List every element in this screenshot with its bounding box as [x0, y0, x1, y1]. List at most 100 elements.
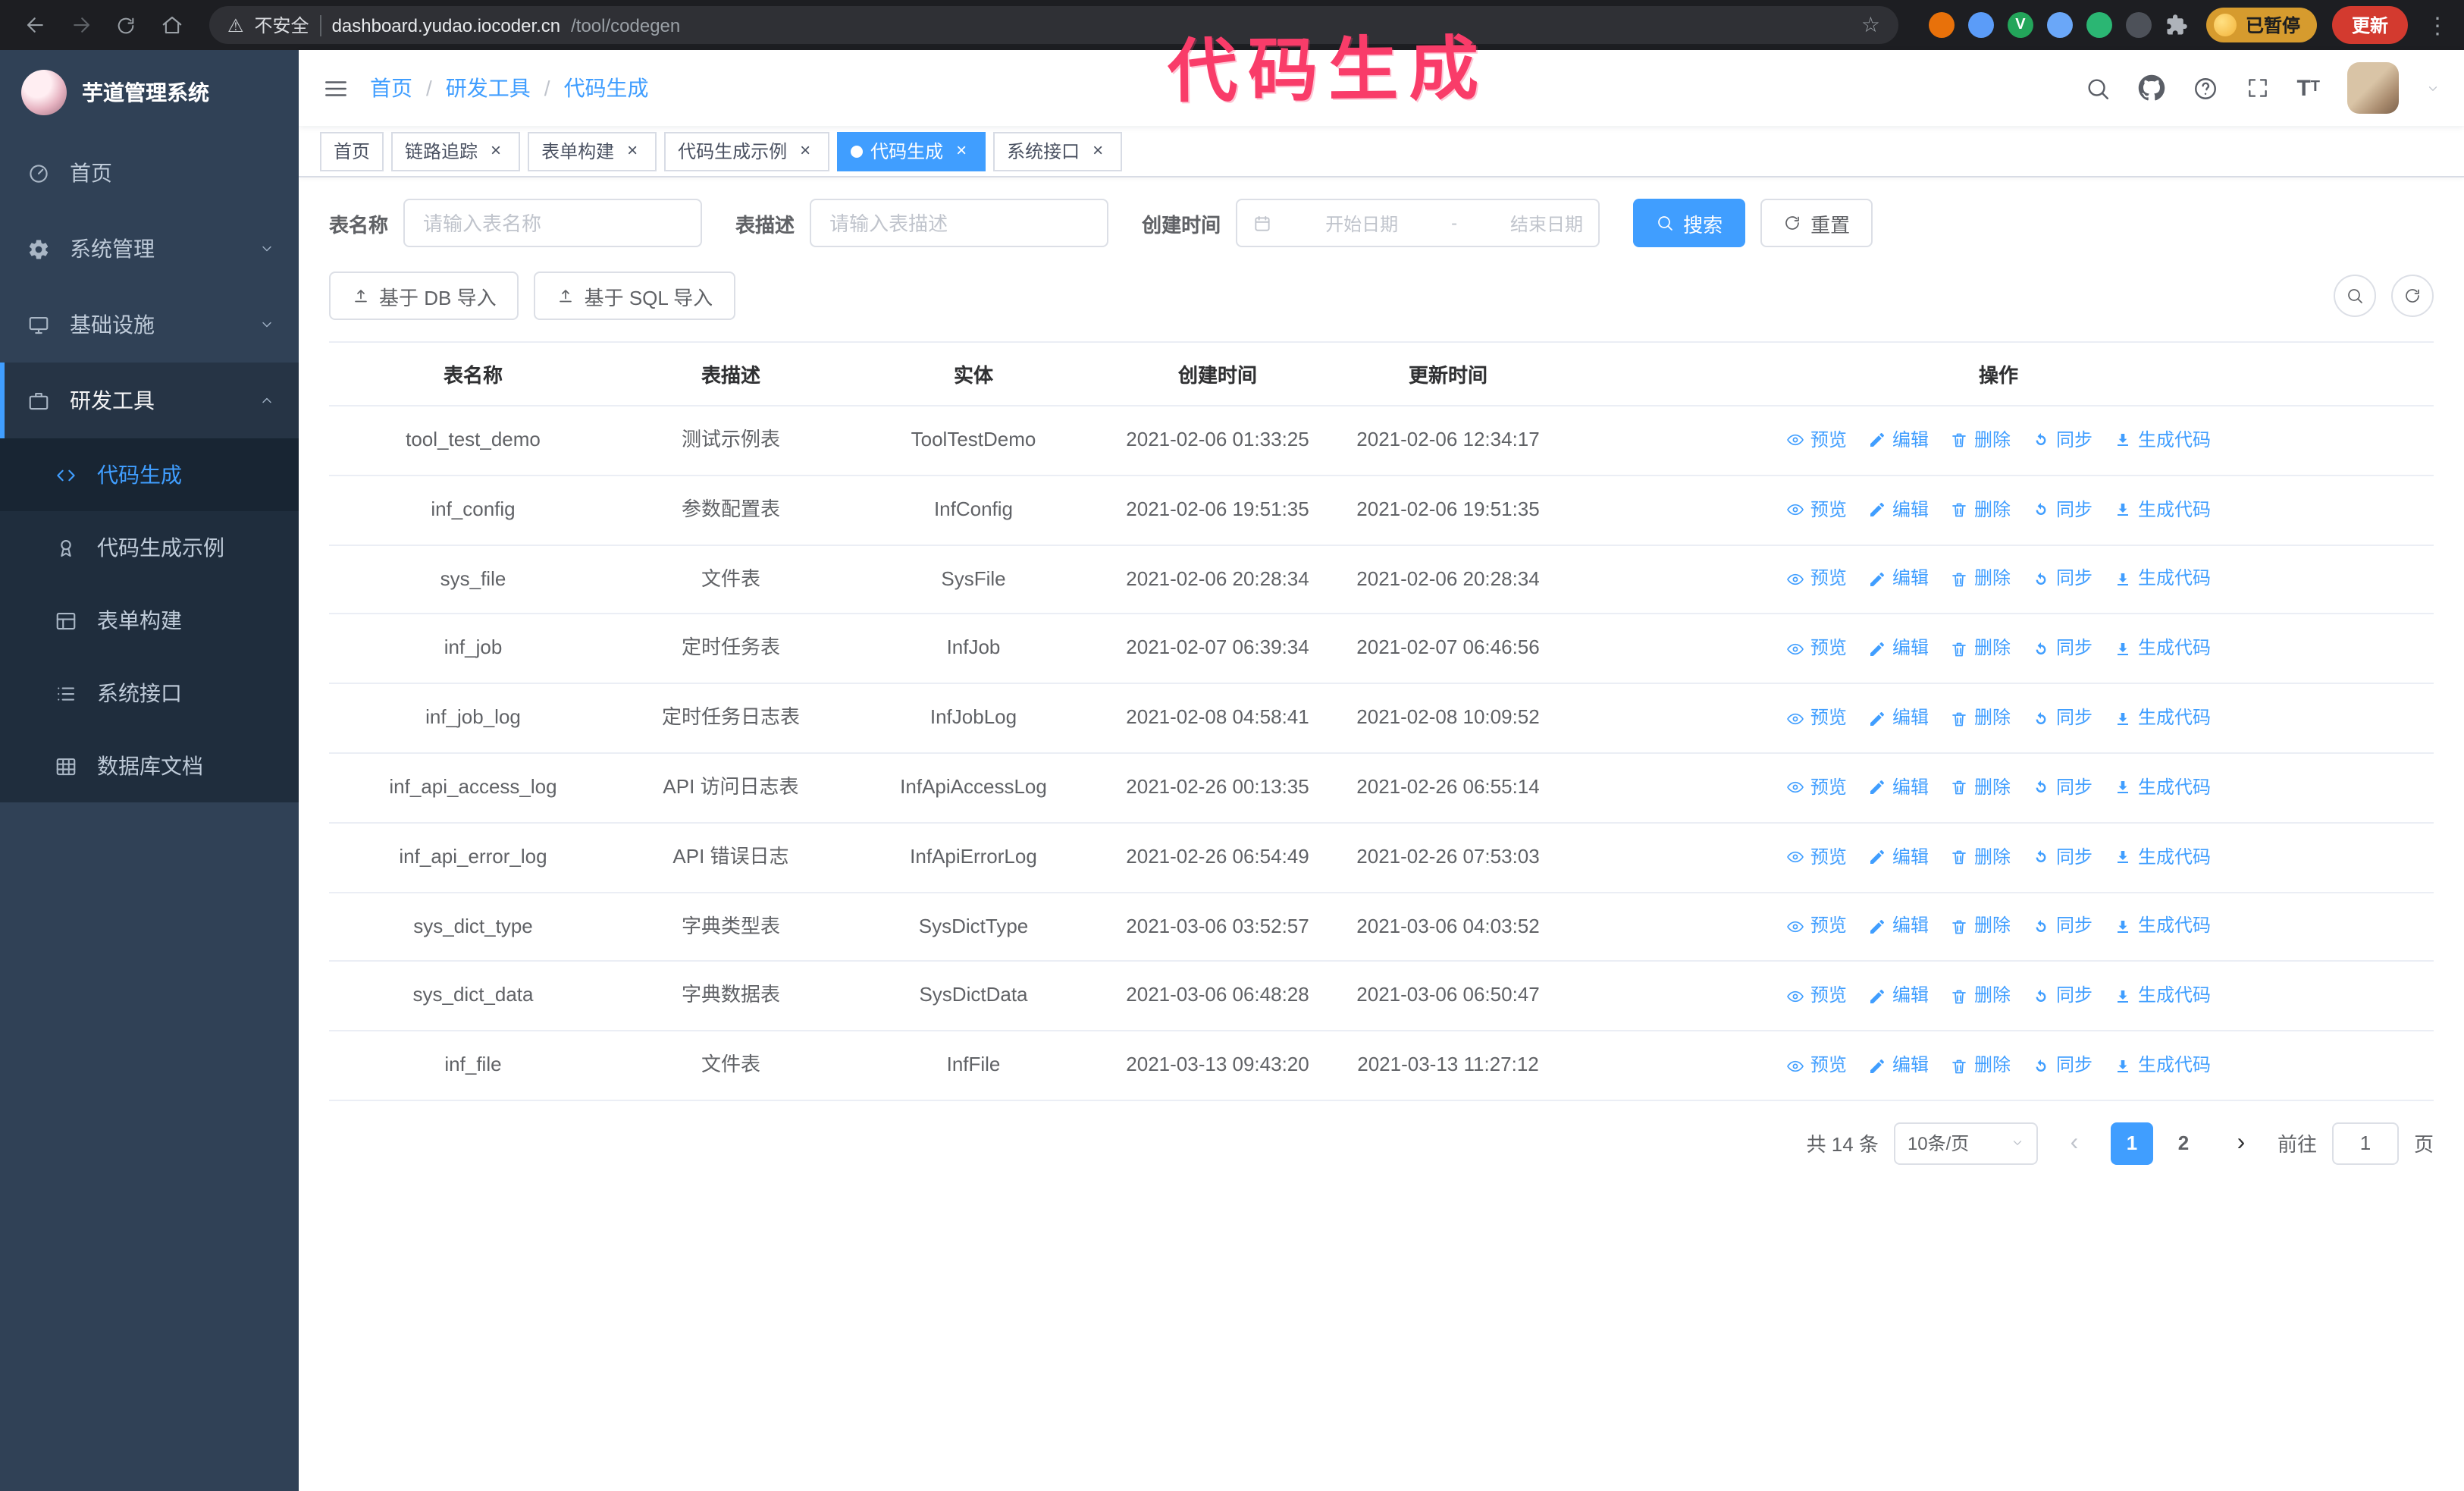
edit-link[interactable]: 编辑 — [1868, 565, 1929, 594]
sync-link[interactable]: 同步 — [2032, 912, 2093, 941]
kebab-menu-icon[interactable]: ⋮ — [2426, 11, 2449, 39]
bookmark-star-icon[interactable]: ☆ — [1861, 12, 1880, 38]
delete-link[interactable]: 删除 — [1950, 981, 2011, 1010]
breadcrumb-item[interactable]: 首页 — [370, 73, 412, 103]
date-range-picker[interactable]: 开始日期 - 结束日期 — [1236, 199, 1600, 247]
extension-icon[interactable] — [1967, 12, 1994, 38]
sidebar-subitem-codegen-example[interactable]: 代码生成示例 — [0, 511, 299, 584]
font-size-icon[interactable]: TT — [2296, 77, 2320, 99]
table-name-input[interactable] — [403, 199, 703, 247]
extension-icon[interactable]: V — [2007, 12, 2033, 38]
delete-link[interactable]: 删除 — [1950, 774, 2011, 802]
tab-codegen-example[interactable]: 代码生成示例 × — [664, 131, 830, 171]
sync-link[interactable]: 同步 — [2032, 1051, 2093, 1080]
address-bar[interactable]: ⚠ 不安全 dashboard.yudao.iocoder.cn /tool/c… — [209, 6, 1898, 44]
page-size-select[interactable]: 10条/页 — [1893, 1122, 2038, 1165]
generate-code-link[interactable]: 生成代码 — [2114, 495, 2211, 524]
preview-link[interactable]: 预览 — [1786, 981, 1847, 1010]
github-icon[interactable] — [2137, 74, 2165, 102]
delete-link[interactable]: 删除 — [1950, 1051, 2011, 1080]
preview-link[interactable]: 预览 — [1786, 774, 1847, 802]
fullscreen-icon[interactable] — [2245, 76, 2269, 100]
delete-link[interactable]: 删除 — [1950, 704, 2011, 733]
delete-link[interactable]: 删除 — [1950, 843, 2011, 871]
edit-link[interactable]: 编辑 — [1868, 634, 1929, 663]
extension-icon[interactable] — [2125, 12, 2152, 38]
sidebar-item-system[interactable]: 系统管理 — [0, 211, 299, 287]
preview-link[interactable]: 预览 — [1786, 495, 1847, 524]
delete-link[interactable]: 删除 — [1950, 912, 2011, 941]
help-icon[interactable] — [2192, 75, 2218, 101]
toggle-search-button[interactable] — [2334, 275, 2376, 317]
app-logo[interactable]: 芋道管理系统 — [0, 50, 299, 135]
edit-link[interactable]: 编辑 — [1868, 843, 1929, 871]
delete-link[interactable]: 删除 — [1950, 565, 2011, 594]
generate-code-link[interactable]: 生成代码 — [2114, 565, 2211, 594]
edit-link[interactable]: 编辑 — [1868, 1051, 1929, 1080]
profile-paused-badge[interactable]: 已暂停 — [2205, 8, 2317, 42]
forward-icon[interactable] — [61, 5, 100, 45]
tab-tracer[interactable]: 链路追踪 × — [391, 131, 521, 171]
sidebar-subitem-form-build[interactable]: 表单构建 — [0, 584, 299, 657]
tab-api[interactable]: 系统接口 × — [993, 131, 1123, 171]
sync-link[interactable]: 同步 — [2032, 495, 2093, 524]
generate-code-link[interactable]: 生成代码 — [2114, 1051, 2211, 1080]
next-page-button[interactable]: › — [2220, 1122, 2262, 1165]
delete-link[interactable]: 删除 — [1950, 634, 2011, 663]
sync-link[interactable]: 同步 — [2032, 774, 2093, 802]
close-icon[interactable]: × — [622, 140, 643, 162]
generate-code-link[interactable]: 生成代码 — [2114, 912, 2211, 941]
close-icon[interactable]: × — [951, 140, 972, 162]
import-db-button[interactable]: 基于 DB 导入 — [329, 272, 519, 320]
preview-link[interactable]: 预览 — [1786, 634, 1847, 663]
generate-code-link[interactable]: 生成代码 — [2114, 843, 2211, 871]
generate-code-link[interactable]: 生成代码 — [2114, 704, 2211, 733]
breadcrumb-item[interactable]: 研发工具 — [446, 73, 531, 103]
sidebar-item-devtools[interactable]: 研发工具 — [0, 363, 299, 438]
sidebar-item-infra[interactable]: 基础设施 — [0, 287, 299, 363]
table-desc-input[interactable] — [810, 199, 1109, 247]
sync-link[interactable]: 同步 — [2032, 704, 2093, 733]
sync-link[interactable]: 同步 — [2032, 981, 2093, 1010]
sync-link[interactable]: 同步 — [2032, 426, 2093, 455]
generate-code-link[interactable]: 生成代码 — [2114, 634, 2211, 663]
hamburger-icon[interactable] — [323, 75, 349, 101]
goto-page-input[interactable] — [2331, 1122, 2399, 1165]
search-button[interactable]: 搜索 — [1633, 199, 1746, 247]
tab-codegen[interactable]: 代码生成 × — [837, 131, 986, 171]
generate-code-link[interactable]: 生成代码 — [2114, 774, 2211, 802]
preview-link[interactable]: 预览 — [1786, 1051, 1847, 1080]
search-icon[interactable] — [2084, 75, 2110, 101]
user-avatar[interactable] — [2347, 62, 2399, 114]
sidebar-subitem-codegen[interactable]: 代码生成 — [0, 438, 299, 511]
edit-link[interactable]: 编辑 — [1868, 912, 1929, 941]
generate-code-link[interactable]: 生成代码 — [2114, 981, 2211, 1010]
chevron-down-icon[interactable] — [2426, 81, 2440, 95]
puzzle-icon[interactable] — [2165, 14, 2188, 36]
sync-link[interactable]: 同步 — [2032, 843, 2093, 871]
delete-link[interactable]: 删除 — [1950, 495, 2011, 524]
edit-link[interactable]: 编辑 — [1868, 426, 1929, 455]
sync-link[interactable]: 同步 — [2032, 634, 2093, 663]
edit-link[interactable]: 编辑 — [1868, 981, 1929, 1010]
import-sql-button[interactable]: 基于 SQL 导入 — [534, 272, 736, 320]
sidebar-subitem-api[interactable]: 系统接口 — [0, 657, 299, 730]
sync-link[interactable]: 同步 — [2032, 565, 2093, 594]
refresh-table-button[interactable] — [2391, 275, 2434, 317]
sidebar-item-home[interactable]: 首页 — [0, 135, 299, 211]
extension-icon[interactable] — [2086, 12, 2112, 38]
page-button[interactable]: 2 — [2162, 1122, 2205, 1165]
home-icon[interactable] — [152, 5, 191, 45]
extension-icon[interactable] — [2046, 12, 2073, 38]
page-button[interactable]: 1 — [2110, 1122, 2153, 1165]
edit-link[interactable]: 编辑 — [1868, 774, 1929, 802]
close-icon[interactable]: × — [485, 140, 506, 162]
update-button[interactable]: 更新 — [2331, 6, 2408, 44]
edit-link[interactable]: 编辑 — [1868, 704, 1929, 733]
preview-link[interactable]: 预览 — [1786, 565, 1847, 594]
breadcrumb-item[interactable]: 代码生成 — [564, 73, 649, 103]
tab-home[interactable]: 首页 — [320, 131, 384, 171]
reset-button[interactable]: 重置 — [1760, 199, 1873, 247]
close-icon[interactable]: × — [795, 140, 816, 162]
close-icon[interactable]: × — [1087, 140, 1108, 162]
